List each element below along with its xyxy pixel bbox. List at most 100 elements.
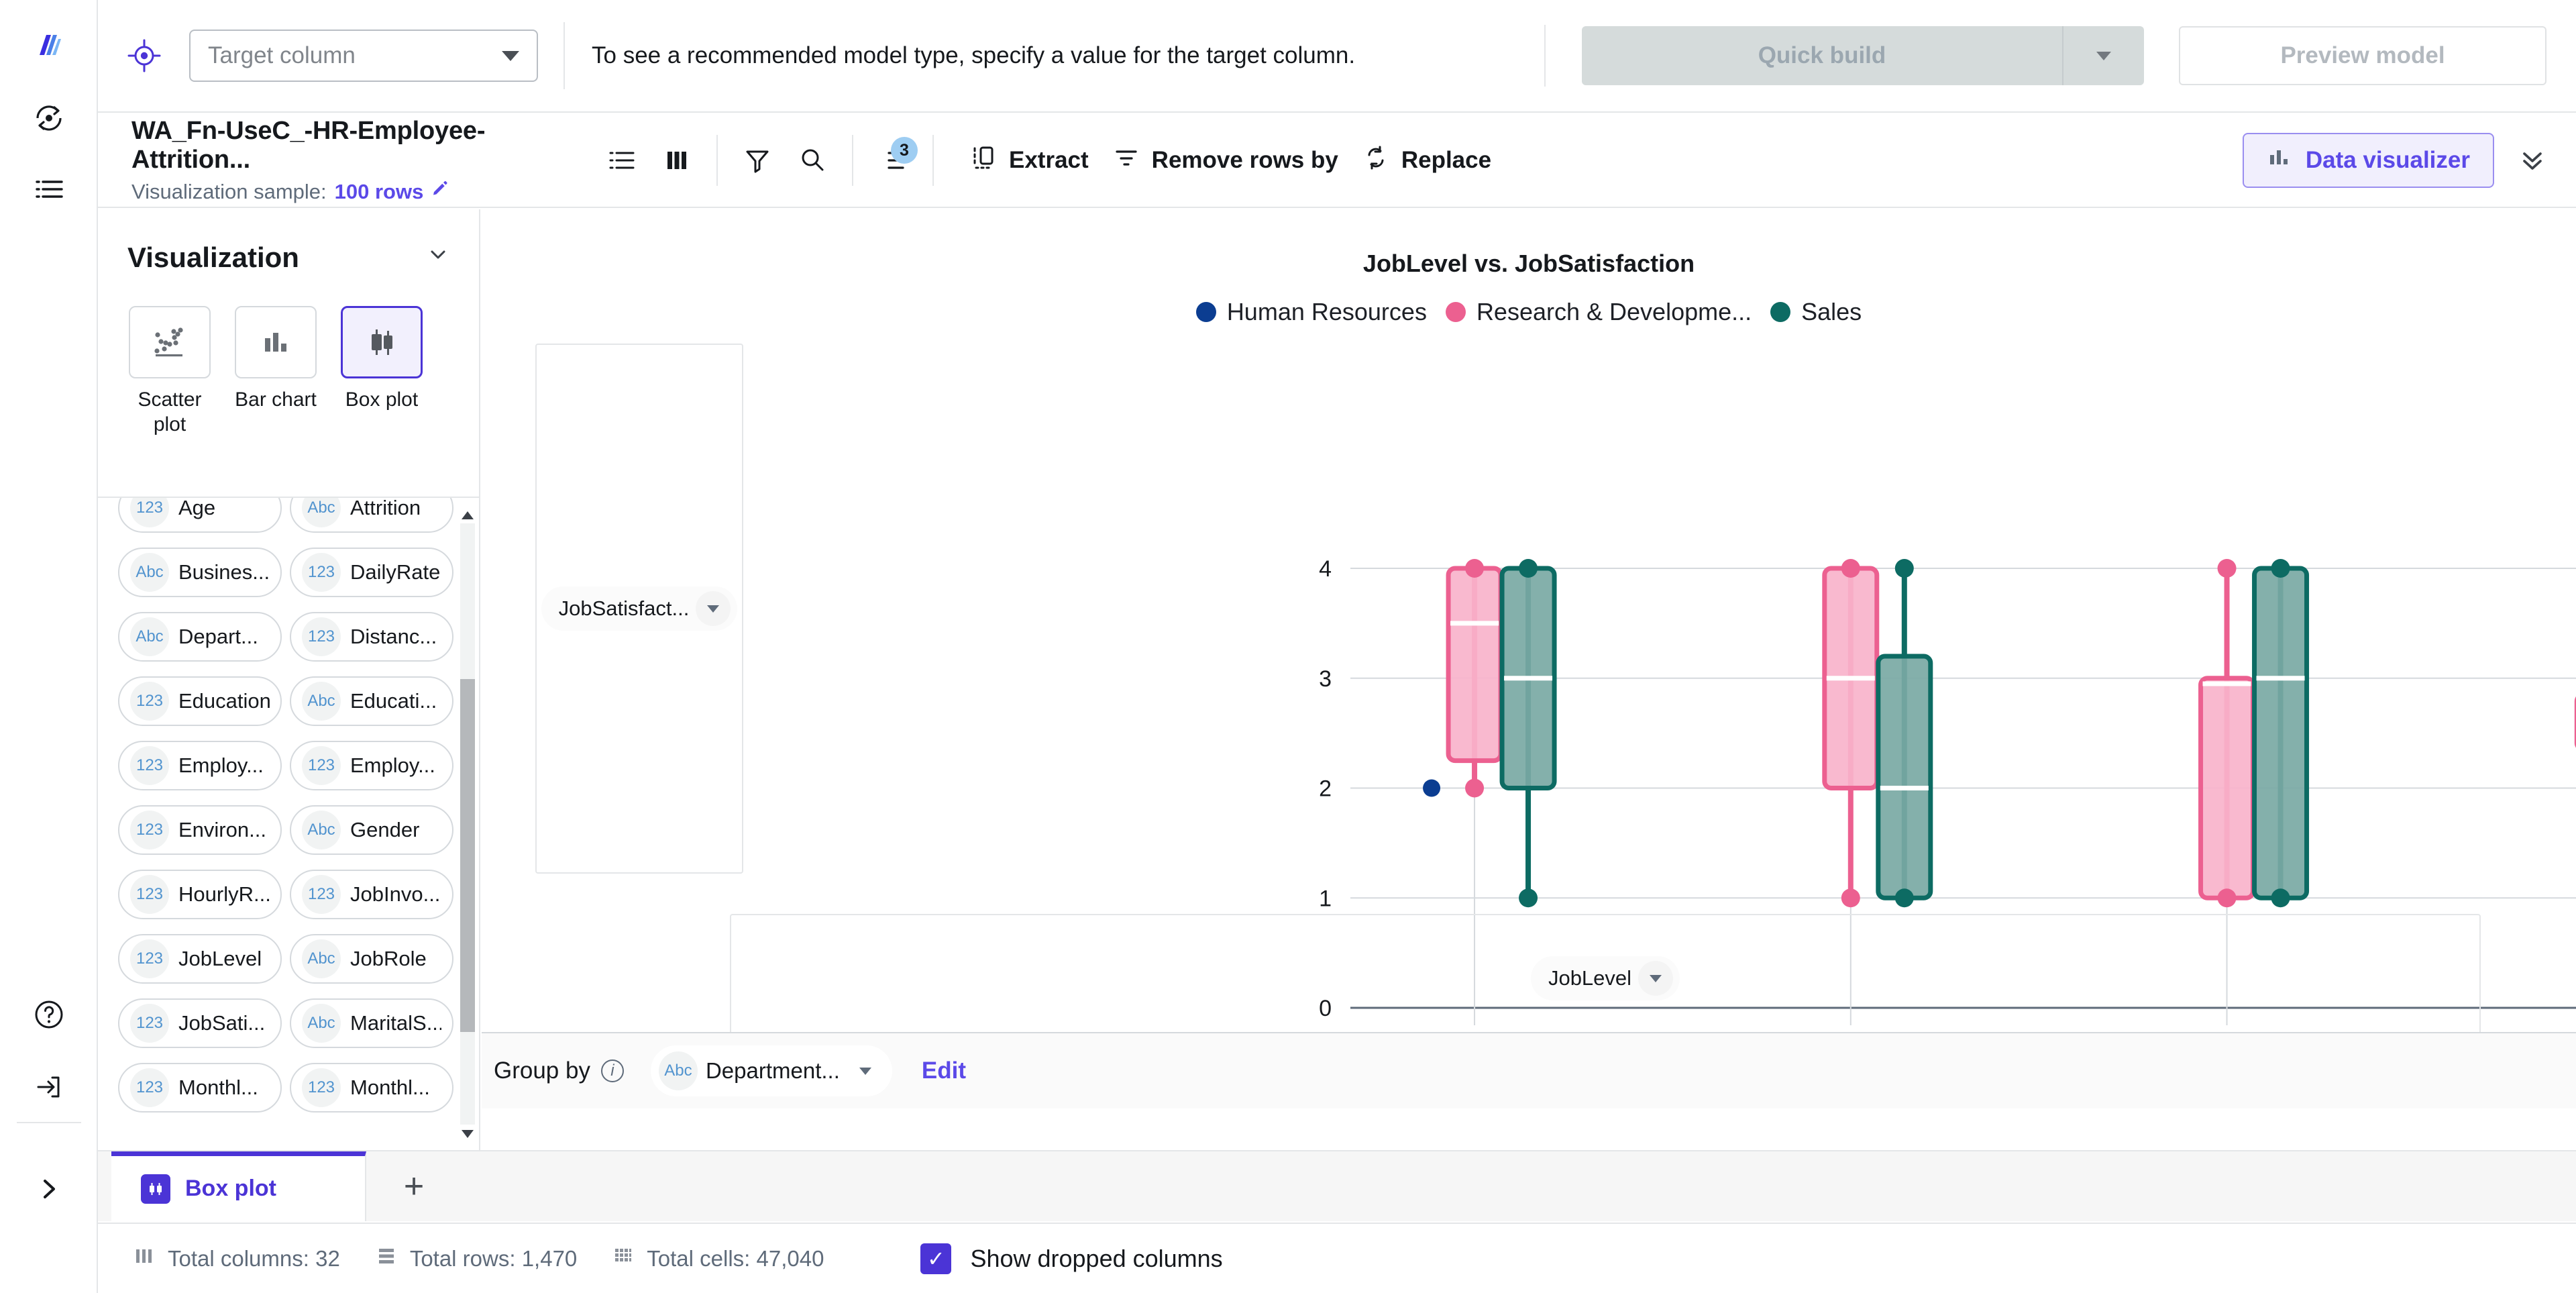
chevron-down-icon[interactable] (427, 244, 449, 272)
box-rect[interactable] (2252, 566, 2310, 900)
column-pill[interactable]: Abc Gender (290, 805, 453, 855)
list-icon[interactable] (0, 161, 98, 217)
checkbox-checked-icon: ✓ (920, 1243, 952, 1274)
filter-icon[interactable] (730, 133, 785, 188)
pencil-icon[interactable] (431, 180, 449, 203)
box-rect[interactable] (1446, 566, 1503, 764)
cells-icon (612, 1245, 635, 1273)
bar-chart-icon (235, 306, 317, 378)
help-icon[interactable] (0, 986, 98, 1043)
box-plot-icon (141, 1174, 170, 1204)
column-pill[interactable]: Abc MaritalS... (290, 998, 453, 1048)
column-view-icon[interactable] (649, 133, 704, 188)
column-pill[interactable]: Abc Educati... (290, 676, 453, 726)
expand-icon[interactable] (0, 1161, 98, 1217)
outlier-point[interactable] (1423, 779, 1441, 797)
sort-rows-icon[interactable]: 3 (865, 133, 920, 188)
toolbar-icons: 3 Extract Remove rows by Replace (594, 133, 1491, 188)
column-pill[interactable]: 123 Employ... (290, 741, 453, 790)
chart-area: JobLevel vs. JobSatisfaction Human Resou… (482, 209, 2576, 1150)
target-hint-text: To see a recommended model type, specify… (592, 42, 1356, 68)
column-pill[interactable]: 123 Monthl... (118, 1063, 282, 1113)
column-type-badge: 123 (130, 1068, 169, 1107)
add-tab-button[interactable]: + (378, 1151, 449, 1221)
group-by-column-selector[interactable]: Abc Department... (650, 1045, 892, 1096)
data-visualizer-label: Data visualizer (2305, 147, 2470, 173)
whisker-cap-max (2217, 559, 2237, 578)
extract-button[interactable]: Extract (970, 144, 1089, 177)
column-pill[interactable]: 123 JobLevel (118, 934, 282, 984)
preview-model-button[interactable]: Preview model (2179, 26, 2546, 85)
scrollbar-thumb[interactable] (460, 679, 475, 1032)
column-pill[interactable]: Abc Busines... (118, 548, 282, 597)
box-rect[interactable] (1876, 654, 1933, 900)
viz-type-bar-chart[interactable]: Bar chart (235, 306, 317, 437)
search-icon[interactable] (785, 133, 840, 188)
column-name: Depart... (178, 625, 258, 648)
column-type-badge: Abc (302, 1004, 341, 1043)
automl-icon[interactable] (0, 90, 98, 146)
collapse-chevrons-icon[interactable] (2517, 144, 2548, 178)
column-pill[interactable]: Abc Depart... (118, 612, 282, 662)
extract-icon (970, 144, 997, 177)
box-rect[interactable] (2198, 676, 2256, 900)
column-type-badge: Abc (130, 553, 169, 592)
column-pill[interactable]: 123 JobInvo... (290, 870, 453, 919)
group-by-column-name: Department... (705, 1058, 840, 1083)
column-name: JobRole (350, 947, 427, 970)
column-pill[interactable]: 123 Employ... (118, 741, 282, 790)
column-type-badge: 123 (130, 746, 169, 785)
exit-icon[interactable] (0, 1059, 98, 1115)
viz-type-label: Bar chart (235, 389, 317, 411)
box-plot-icon (341, 306, 423, 378)
chevron-down-icon (848, 1053, 883, 1088)
column-pill[interactable]: 123 Monthl... (290, 1063, 453, 1113)
show-dropped-columns-checkbox[interactable]: ✓ Show dropped columns (920, 1243, 1223, 1274)
dataset-toolbar: WA_Fn-UseC_-HR-Employee-Attrition... Vis… (98, 114, 2576, 208)
column-type-badge: 123 (302, 1068, 341, 1107)
column-list-scrollbar[interactable] (460, 499, 475, 1149)
info-icon[interactable]: i (600, 1059, 624, 1082)
replace-button[interactable]: Replace (1362, 144, 1491, 177)
app-logo-icon[interactable] (0, 19, 98, 75)
sample-rows-value[interactable]: 100 rows (335, 180, 424, 204)
column-pill[interactable]: 123 DailyRate (290, 548, 453, 597)
remove-rows-button[interactable]: Remove rows by (1113, 144, 1338, 177)
viz-type-box-plot[interactable]: Box plot (341, 306, 423, 437)
scroll-down-arrow-icon[interactable] (462, 1130, 474, 1138)
x-axis-selector[interactable]: JobLevel (1530, 956, 1680, 1000)
quick-build-dropdown-button[interactable] (2062, 26, 2144, 85)
column-pill[interactable]: 123 Environ... (118, 805, 282, 855)
column-pill[interactable]: 123 HourlyR... (118, 870, 282, 919)
column-name: Age (178, 497, 216, 519)
tab-label: Box plot (185, 1176, 276, 1201)
columns-icon (133, 1245, 156, 1273)
column-pill[interactable]: Abc Attrition (290, 498, 453, 533)
group-by-edit-link[interactable]: Edit (922, 1057, 966, 1084)
tab-box-plot[interactable]: Box plot (111, 1151, 366, 1221)
column-pill-grid: 123 Age Abc Attrition Abc Busines... 123 DailyR… (118, 497, 453, 1113)
whisker-cap-max (1841, 559, 1860, 578)
column-pill[interactable]: 123 Age (118, 497, 282, 533)
column-pill[interactable]: 123 Distanc... (290, 612, 453, 662)
row-view-icon[interactable] (594, 133, 649, 188)
column-name: Monthl... (350, 1076, 430, 1099)
left-icon-rail (0, 0, 98, 1293)
visualization-type-list: Scatter plot Bar chart Box plot (98, 274, 479, 437)
viz-type-scatter-plot[interactable]: Scatter plot (129, 306, 211, 437)
scroll-up-arrow-icon[interactable] (462, 511, 474, 519)
data-visualizer-button[interactable]: Data visualizer (2242, 133, 2494, 188)
quick-build-button[interactable]: Quick build (1582, 26, 2062, 85)
column-type-badge: Abc (302, 682, 341, 721)
total-rows-stat: Total rows: 1,470 (375, 1245, 577, 1273)
whisker-cap-min (2271, 888, 2290, 908)
column-pill[interactable]: 123 Education (118, 676, 282, 726)
column-name: JobInvo... (350, 882, 441, 906)
column-name: Educati... (350, 689, 437, 713)
target-column-select[interactable]: Target column (189, 30, 538, 82)
column-pill[interactable]: Abc JobRole (290, 934, 453, 984)
topbar-divider (564, 22, 565, 89)
column-pill[interactable]: 123 JobSati... (118, 998, 282, 1048)
target-icon (126, 38, 162, 74)
column-name: JobLevel (178, 947, 262, 970)
